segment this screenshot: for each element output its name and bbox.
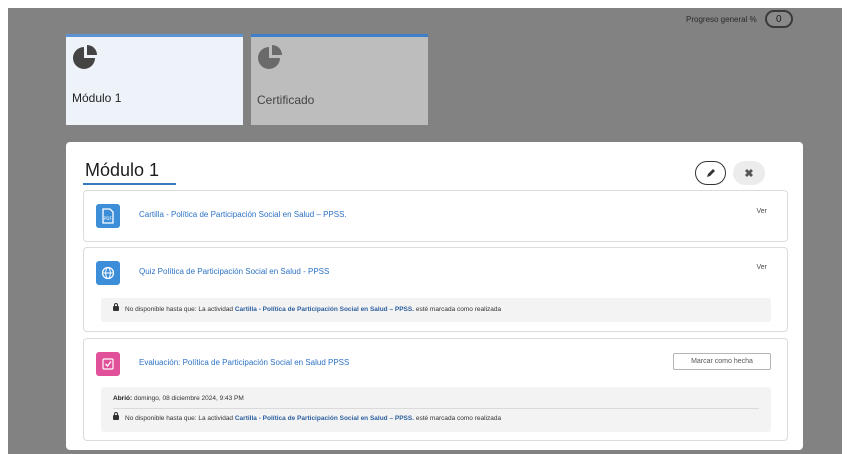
modal-title: Módulo 1: [85, 160, 160, 180]
activity-dates-and-restriction: Abrió: domingo, 08 diciembre 2024, 9:43 …: [101, 387, 771, 432]
view-button[interactable]: Ver: [756, 208, 767, 215]
lock-icon: [113, 411, 119, 420]
restriction-activity-link[interactable]: Cartilla - Política de Participación Soc…: [235, 306, 414, 313]
module-tile-modulo-1[interactable]: Módulo 1: [66, 34, 243, 125]
activity-link[interactable]: Cartilla - Política de Participación Soc…: [139, 210, 347, 219]
pie-chart-icon: [73, 45, 97, 69]
activity-card-quiz: Quiz Política de Participación Social en…: [83, 247, 788, 332]
pie-chart-icon: [258, 45, 282, 69]
mark-done-button[interactable]: Marcar como hecha: [673, 353, 771, 370]
restriction-activity-link[interactable]: Cartilla - Política de Participación Soc…: [235, 415, 414, 422]
activity-link[interactable]: Quiz Política de Participación Social en…: [139, 267, 329, 276]
view-button[interactable]: Ver: [756, 264, 767, 271]
module-tile-certificado[interactable]: Certificado: [251, 34, 428, 125]
progress-label: Progreso general %: [686, 14, 757, 24]
tile-title: Módulo 1: [72, 91, 122, 105]
lock-icon: [113, 302, 119, 311]
close-icon: ✖: [744, 167, 754, 180]
checkbox-icon: [96, 352, 120, 376]
opened-date: Abrió: domingo, 08 diciembre 2024, 9:43 …: [113, 395, 759, 409]
edit-button[interactable]: [695, 161, 726, 185]
globe-icon: [96, 261, 120, 285]
overall-progress: Progreso general % 0: [686, 10, 793, 28]
module-modal: Módulo 1 ✖ PDF Cartilla - Política de Pa…: [66, 142, 803, 450]
pdf-file-icon: PDF: [96, 204, 120, 228]
restriction-notice: No disponible hasta que: La actividad Ca…: [113, 411, 771, 422]
restriction-notice: No disponible hasta que: La actividad Ca…: [101, 298, 771, 322]
pencil-icon: [706, 169, 715, 177]
svg-text:PDF: PDF: [104, 216, 112, 221]
title-underline: [83, 183, 176, 185]
tile-title: Certificado: [257, 93, 315, 107]
progress-value-badge: 0: [764, 10, 793, 28]
activity-card-cartilla: PDF Cartilla - Política de Participación…: [83, 190, 788, 242]
activity-link[interactable]: Evaluación: Política de Participación So…: [139, 358, 349, 367]
close-button[interactable]: ✖: [733, 161, 765, 185]
activity-card-evaluacion: Evaluación: Política de Participación So…: [83, 338, 788, 441]
